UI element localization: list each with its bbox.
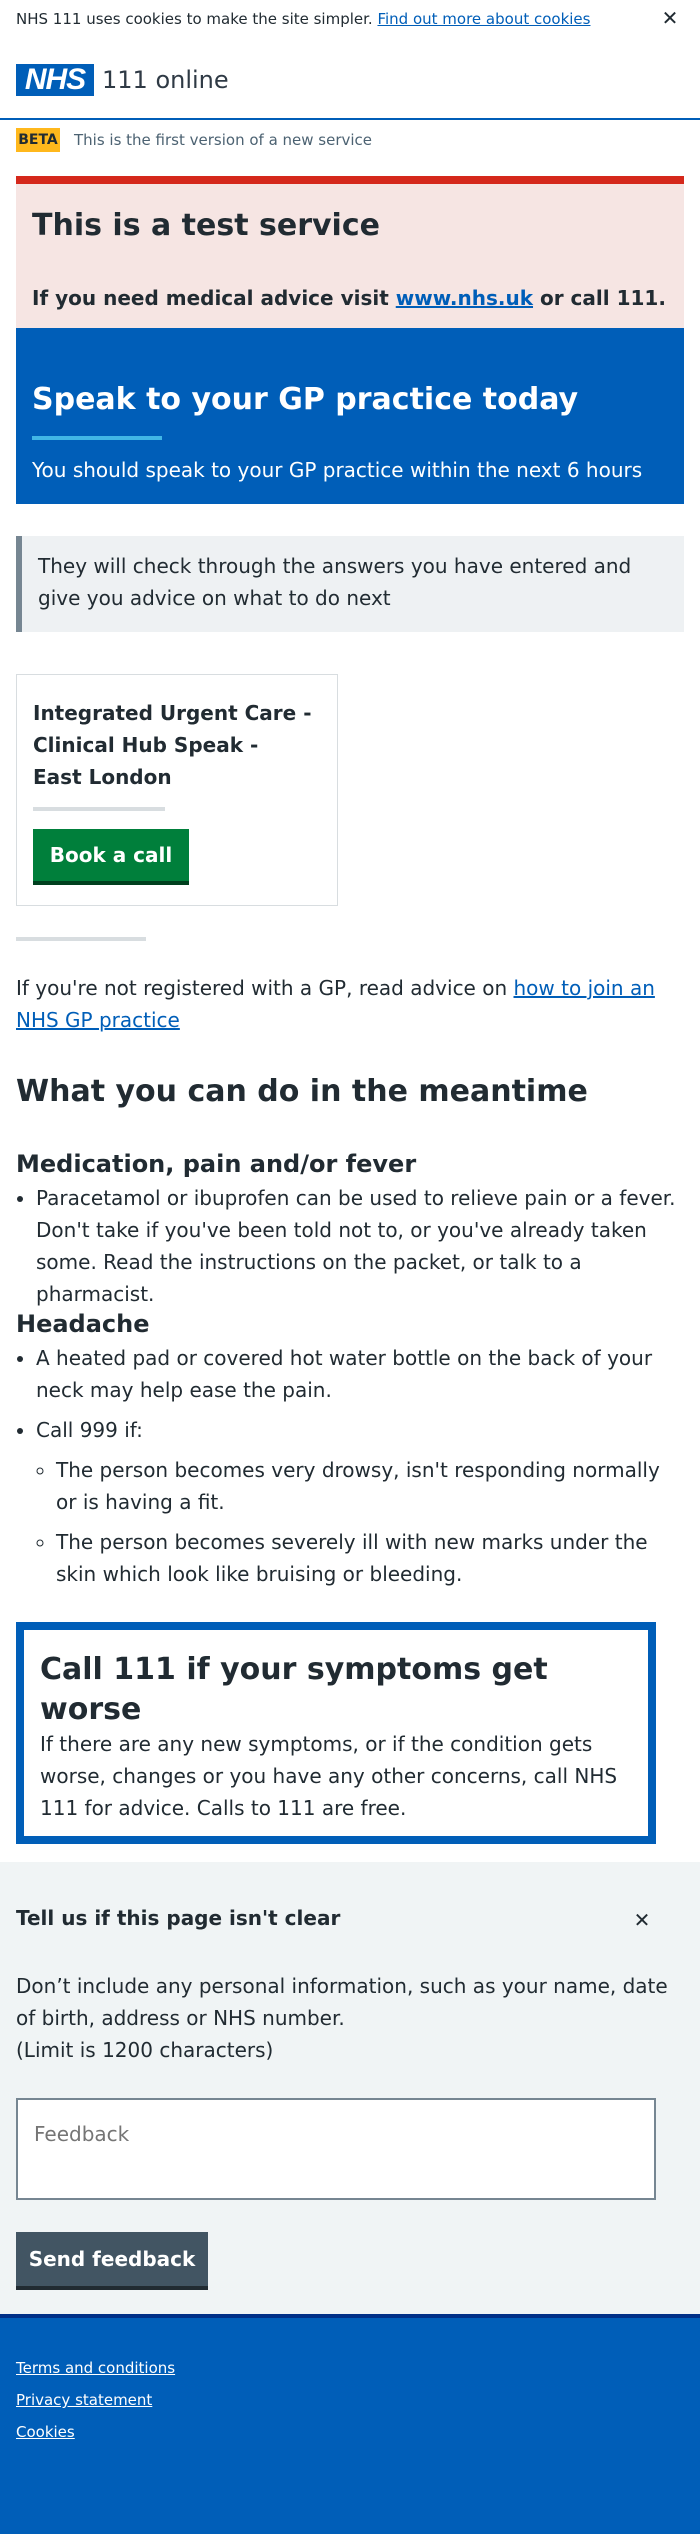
test-service-banner: This is a test service If you need medic… xyxy=(16,176,684,328)
terms-link[interactable]: Terms and conditions xyxy=(16,2358,175,2378)
nhs-logo[interactable]: NHS xyxy=(16,64,94,96)
close-icon[interactable]: ✕ xyxy=(630,1908,654,1932)
worsening-text: If there are any new symptoms, or if the… xyxy=(40,1732,618,1820)
beta-text: This is the first version of a new servi… xyxy=(74,131,373,149)
inset-text-content: They will check through the answers you … xyxy=(38,554,632,610)
nhs-uk-link[interactable]: www.nhs.uk xyxy=(396,286,533,310)
service-card-title: Integrated Urgent Care - Clinical Hub Sp… xyxy=(33,701,312,789)
send-feedback-button[interactable]: Send feedback xyxy=(16,2232,208,2290)
cookie-text: NHS 111 uses cookies to make the site si… xyxy=(16,10,373,28)
call-999-sublist: The person becomes very drowsy, isn't re… xyxy=(36,1454,684,1590)
cookie-info-link[interactable]: Find out more about cookies xyxy=(377,10,590,28)
cookies-link[interactable]: Cookies xyxy=(16,2422,75,2442)
page-title: Speak to your GP practice today xyxy=(32,382,579,417)
test-service-text: If you need medical advice visit www.nhs… xyxy=(32,284,666,312)
test-service-title: This is a test service xyxy=(32,208,380,243)
care-card-rule xyxy=(32,436,162,440)
care-card-subtitle: You should speak to your GP practice wit… xyxy=(32,458,643,482)
section-divider xyxy=(16,937,146,941)
beta-tag: BETA xyxy=(16,128,60,152)
meantime-heading: What you can do in the meantime xyxy=(16,1074,588,1109)
worsening-title: Call 111 if your symptoms get worse xyxy=(40,1652,548,1727)
list-item: Call 999 if: The person becomes very dro… xyxy=(36,1414,684,1590)
test-service-text-before: If you need medical advice visit xyxy=(32,286,389,310)
gp-advice-text: If you're not registered with a GP, read… xyxy=(16,976,508,1000)
medication-list: Paracetamol or ibuprofen can be used to … xyxy=(16,1182,684,1310)
feedback-hint: Don’t include any personal information, … xyxy=(16,1970,684,2066)
list-item: Paracetamol or ibuprofen can be used to … xyxy=(36,1182,684,1310)
feedback-title: Tell us if this page isn't clear xyxy=(16,1906,341,1930)
sub-list-item: The person becomes very drowsy, isn't re… xyxy=(56,1454,684,1518)
gp-advice: If you're not registered with a GP, read… xyxy=(16,972,684,1036)
inset-text: They will check through the answers you … xyxy=(16,536,684,632)
site-header: NHS 111 online xyxy=(0,40,700,120)
service-card-rule xyxy=(33,807,165,811)
test-service-text-after: or call 111. xyxy=(539,286,666,310)
site-footer: Terms and conditions Privacy statement C… xyxy=(0,2314,700,2534)
feedback-input[interactable] xyxy=(16,2098,656,2200)
feedback-panel: Tell us if this page isn't clear ✕ Don’t… xyxy=(0,1862,700,2314)
cookie-banner: NHS 111 uses cookies to make the site si… xyxy=(0,0,700,40)
cookie-message: NHS 111 uses cookies to make the site si… xyxy=(16,9,590,29)
book-call-button[interactable]: Book a call xyxy=(33,829,189,885)
feedback-hint-line2: (Limit is 1200 characters) xyxy=(16,2038,274,2062)
feedback-hint-line1: Don’t include any personal information, … xyxy=(16,1974,668,2030)
list-item: A heated pad or covered hot water bottle… xyxy=(36,1342,684,1406)
sub-list-item: The person becomes severely ill with new… xyxy=(56,1526,684,1590)
medication-heading: Medication, pain and/or fever xyxy=(16,1150,417,1178)
call-999-label: Call 999 if: xyxy=(36,1418,143,1442)
close-icon[interactable]: ✕ xyxy=(658,6,682,30)
worsening-symptoms-card: Call 111 if your symptoms get worse If t… xyxy=(16,1622,656,1844)
headache-list: A heated pad or covered hot water bottle… xyxy=(16,1342,684,1598)
care-card: Speak to your GP practice today You shou… xyxy=(16,328,684,504)
privacy-link[interactable]: Privacy statement xyxy=(16,2390,152,2410)
service-card: Integrated Urgent Care - Clinical Hub Sp… xyxy=(16,674,338,906)
service-name[interactable]: 111 online xyxy=(102,66,229,94)
headache-heading: Headache xyxy=(16,1310,150,1338)
